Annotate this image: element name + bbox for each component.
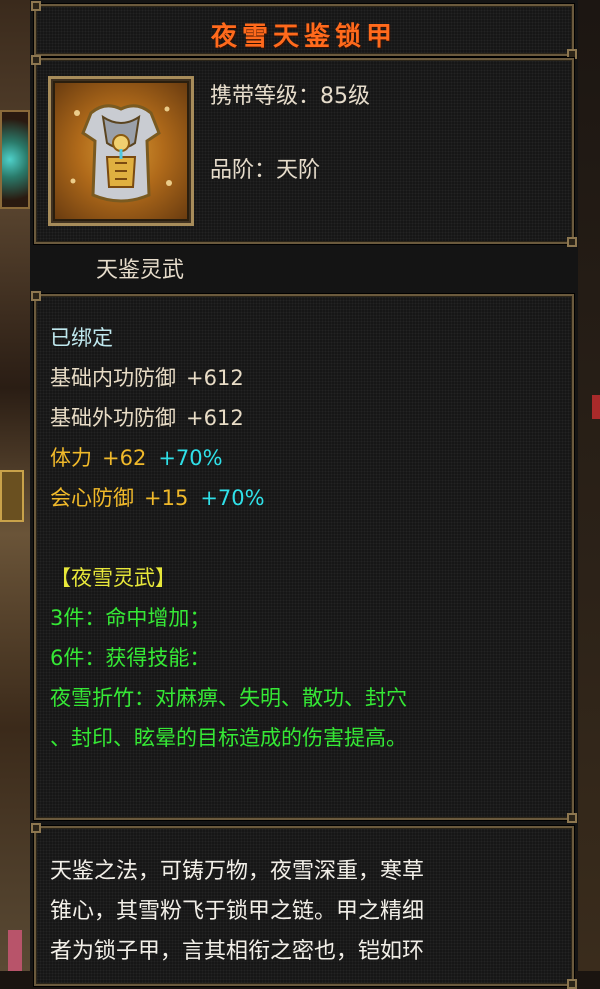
stat-label: 体力 [50, 446, 92, 470]
stat-row: 会心防御 +15 +70% [50, 478, 407, 518]
background-decoration [8, 930, 22, 971]
item-tooltip: 夜雪天鉴锁甲 携带等级：85级 品阶：天阶 天鉴灵武 已绑定 基础内功防御 +6… [30, 0, 578, 989]
item-grade-label: 品阶： [210, 158, 277, 183]
stat-value: +62 [102, 446, 147, 470]
bound-status: 已绑定 [50, 326, 113, 350]
carry-level-label: 携带等级： [210, 84, 321, 109]
item-grade-value: 天阶 [276, 158, 321, 183]
stats-panel: 已绑定 基础内功防御 +612 基础外功防御 +612 体力 +62 +70% 会心防御… [31, 291, 577, 823]
stat-percent: +70% [200, 486, 265, 510]
stat-value: +612 [186, 366, 244, 390]
background-scene [0, 0, 30, 971]
set-name: 天鉴灵武 [96, 258, 185, 283]
armor-chestplate-icon [70, 104, 172, 203]
title-panel: 夜雪天鉴锁甲 [31, 1, 577, 59]
set-bonus-3piece: 3件：命中增加； [50, 606, 211, 630]
stat-row: 体力 +62 +70% [50, 438, 407, 478]
stat-row: 基础外功防御 +612 [50, 398, 407, 438]
background-item-slot [0, 110, 30, 209]
stat-value: +15 [144, 486, 189, 510]
stat-row: 基础内功防御 +612 [50, 358, 407, 398]
background-tab [0, 470, 24, 522]
item-grade: 品阶：天阶 [210, 152, 320, 184]
carry-level: 携带等级：85级 [210, 78, 370, 110]
description-line: 天鉴之法，可铸万物，夜雪深重，寒草 [50, 859, 425, 884]
description-line: 者为锁子甲，言其相衔之密也，铠如环 [50, 939, 425, 964]
stat-label: 基础内功防御 [50, 366, 176, 390]
carry-level-value: 85级 [320, 84, 371, 109]
stat-label: 基础外功防御 [50, 406, 176, 430]
set-bonus-title: 【夜雪灵武】 [50, 566, 176, 590]
stat-label: 会心防御 [50, 486, 134, 510]
background-decoration-right [592, 395, 600, 419]
item-icon-frame [48, 76, 194, 226]
item-info-panel: 携带等级：85级 品阶：天阶 [31, 55, 577, 247]
stat-percent: +70% [158, 446, 223, 470]
set-bonus-6piece: 6件：获得技能： [50, 646, 211, 670]
item-name: 夜雪天鉴锁甲 [210, 22, 397, 52]
stat-value: +612 [186, 406, 244, 430]
set-skill-line: 夜雪折竹：对麻痹、失明、散功、封穴 [50, 686, 407, 710]
description-panel: 天鉴之法，可铸万物，夜雪深重，寒草 锥心，其雪粉飞于锁甲之链。甲之精细 者为锁子… [31, 823, 577, 989]
description-line: 锥心，其雪粉飞于锁甲之链。甲之精细 [50, 899, 425, 924]
background-scene-right [578, 0, 600, 971]
set-skill-line: 、封印、眩晕的目标造成的伤害提高。 [50, 726, 407, 750]
